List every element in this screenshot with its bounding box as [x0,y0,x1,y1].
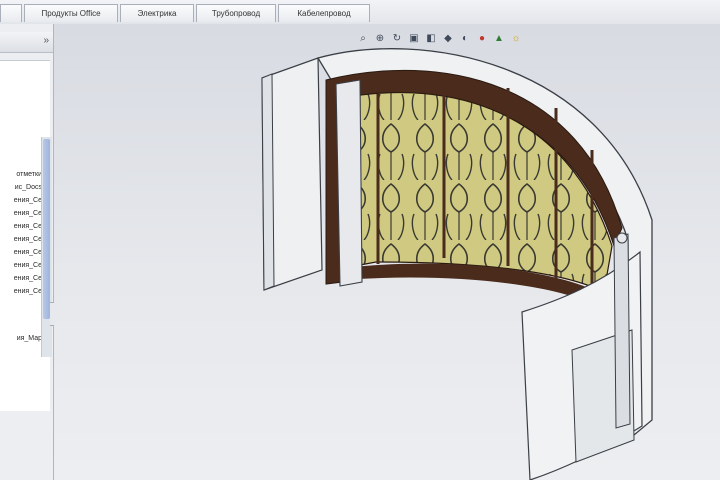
arched-door-model[interactable] [0,0,720,480]
left-door-leaf[interactable] [261,57,323,291]
left-jamb[interactable] [335,79,363,287]
hinge-knob [616,232,628,244]
